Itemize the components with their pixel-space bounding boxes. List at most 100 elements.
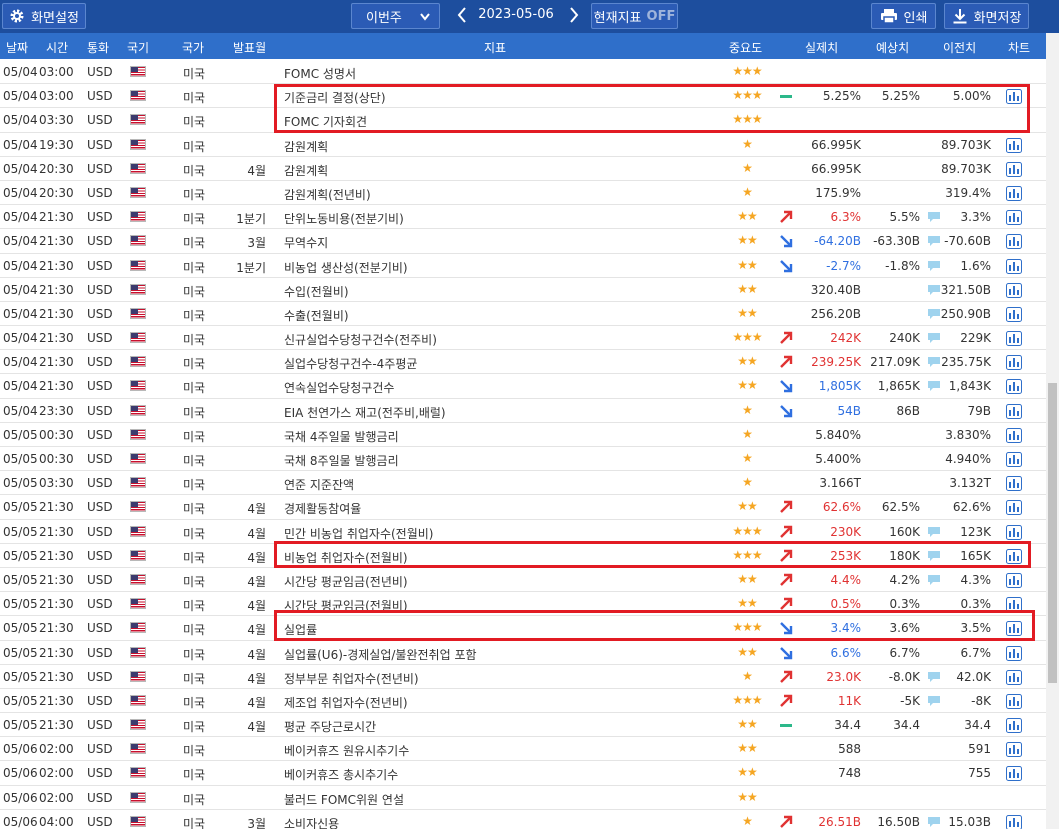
row-indicator-name[interactable]: 베이커휴즈 원유시추기수 xyxy=(284,742,409,759)
table-row[interactable]: 05/05 21:30 USD 미국 4월 경제활동참여율 ★★ 62.6% 62.5% 62.6… xyxy=(0,495,1046,520)
row-indicator-name[interactable]: 실업수당청구건수-4주평균 xyxy=(284,355,417,372)
table-row[interactable]: 05/04 03:00 USD 미국 FOMC 성명서 ★★★ xyxy=(0,60,1046,85)
table-row[interactable]: 05/04 23:30 USD 미국 EIA 천연가스 재고(전주비,배럴) ★ 54B 86… xyxy=(0,399,1046,423)
column-header-actual[interactable]: 실제치 xyxy=(805,39,838,56)
row-indicator-name[interactable]: 정부부문 취업자수(전년비) xyxy=(284,670,419,687)
column-header-release-month[interactable]: 발표월 xyxy=(233,39,266,56)
table-row[interactable]: 05/05 21:30 USD 미국 4월 시간당 평균임금(전월비) ★★ 0.5% 0.3%… xyxy=(0,592,1046,617)
row-indicator-name[interactable]: 평균 주당근로시간 xyxy=(284,718,376,735)
row-indicator-name[interactable]: 민간 비농업 취업자수(전월비) xyxy=(284,525,433,542)
table-row[interactable]: 05/04 21:30 USD 미국 신규실업수당청구건수(전주비) ★★★ 242K 240… xyxy=(0,326,1046,351)
bar-chart-icon[interactable] xyxy=(1006,89,1022,105)
table-row[interactable]: 05/05 21:30 USD 미국 4월 평균 주당근로시간 ★★ 34.4 34.4 34.4 xyxy=(0,713,1046,738)
row-indicator-name[interactable]: 연준 지준잔액 xyxy=(284,476,354,493)
bar-chart-icon[interactable] xyxy=(1006,306,1022,322)
bar-chart-icon[interactable] xyxy=(1006,693,1022,709)
row-indicator-name[interactable]: 소비자신용 xyxy=(284,815,339,829)
bar-chart-icon[interactable] xyxy=(1006,210,1022,226)
bar-chart-icon[interactable] xyxy=(1006,718,1022,734)
row-indicator-name[interactable]: 비농업 취업자수(전월비) xyxy=(284,549,408,566)
bar-chart-icon[interactable] xyxy=(1006,476,1022,492)
column-header-currency[interactable]: 통화 xyxy=(87,39,109,56)
table-row[interactable]: 05/06 02:00 USD 미국 베이커휴즈 총시추기수 ★★ 748 755 xyxy=(0,761,1046,786)
week-select[interactable]: 이번주 xyxy=(351,3,440,29)
table-row[interactable]: 05/05 21:30 USD 미국 4월 비농업 취업자수(전월비) ★★★ 253K 180… xyxy=(0,544,1046,568)
table-row[interactable]: 05/06 04:00 USD 미국 3월 소비자신용 ★ 26.51B 16.50B 15.03… xyxy=(0,810,1046,829)
row-indicator-name[interactable]: 무역수지 xyxy=(284,234,328,251)
bar-chart-icon[interactable] xyxy=(1006,500,1022,516)
table-row[interactable]: 05/05 21:30 USD 미국 4월 정부부문 취업자수(전년비) ★ 23.0K -8.… xyxy=(0,665,1046,689)
bar-chart-icon[interactable] xyxy=(1006,137,1022,153)
row-indicator-name[interactable]: FOMC 기자회견 xyxy=(284,113,367,130)
table-row[interactable]: 05/05 21:30 USD 미국 4월 시간당 평균임금(전년비) ★★ 4.4% 4.2%… xyxy=(0,568,1046,593)
table-row[interactable]: 05/05 21:30 USD 미국 4월 실업률(U6)-경제실업/불완전취업 포함 ★★… xyxy=(0,641,1046,665)
row-indicator-name[interactable]: 경제활동참여율 xyxy=(284,500,361,517)
previous-date-button[interactable] xyxy=(455,6,469,26)
column-header-forecast[interactable]: 예상치 xyxy=(876,39,909,56)
table-row[interactable]: 05/04 03:00 USD 미국 기준금리 결정(상단) ★★★ 5.25% 5.25% 5… xyxy=(0,84,1046,109)
row-indicator-name[interactable]: 감원계획(전년비) xyxy=(284,186,371,203)
table-row[interactable]: 05/05 00:30 USD 미국 국채 8주일물 발행금리 ★ 5.400% 4.940% xyxy=(0,447,1046,472)
column-header-date[interactable]: 날짜 xyxy=(6,39,28,56)
table-row[interactable]: 05/04 21:30 USD 미국 3월 무역수지 ★★ -64.20B -63.30B -70… xyxy=(0,229,1046,254)
bar-chart-icon[interactable] xyxy=(1006,161,1022,177)
column-header-indicator[interactable]: 지표 xyxy=(484,39,506,56)
row-indicator-name[interactable]: 기준금리 결정(상단) xyxy=(284,89,386,106)
bar-chart-icon[interactable] xyxy=(1006,548,1022,564)
row-indicator-name[interactable]: 신규실업수당청구건수(전주비) xyxy=(284,331,437,348)
table-row[interactable]: 05/04 21:30 USD 미국 수출(전월비) ★★ 256.20B 250.90B xyxy=(0,302,1046,327)
table-row[interactable]: 05/04 20:30 USD 미국 감원계획(전년비) ★ 175.9% 319.4% xyxy=(0,181,1046,206)
table-row[interactable]: 05/05 21:30 USD 미국 4월 실업률 ★★★ 3.4% 3.6% 3.5% xyxy=(0,616,1046,641)
table-row[interactable]: 05/04 21:30 USD 미국 연속실업수당청구건수 ★★ 1,805K 1,865K 1… xyxy=(0,374,1046,399)
vertical-scrollbar[interactable] xyxy=(1046,33,1059,829)
row-indicator-name[interactable]: 연속실업수당청구건수 xyxy=(284,379,394,396)
column-header-previous[interactable]: 이전치 xyxy=(943,39,976,56)
table-row[interactable]: 05/04 21:30 USD 미국 1분기 단위노동비용(전분기비) ★★ 6.3% 5.5%… xyxy=(0,205,1046,230)
row-indicator-name[interactable]: EIA 천연가스 재고(전주비,배럴) xyxy=(284,404,446,421)
scrollbar-thumb[interactable] xyxy=(1048,383,1057,683)
row-indicator-name[interactable]: 감원계획 xyxy=(284,138,328,155)
row-indicator-name[interactable]: 국채 4주일물 발행금리 xyxy=(284,428,399,445)
row-indicator-name[interactable]: 실업률 xyxy=(284,621,317,638)
row-indicator-name[interactable]: 불러드 FOMC위원 연설 xyxy=(284,791,404,808)
column-header-time[interactable]: 시간 xyxy=(46,39,68,56)
table-row[interactable]: 05/06 02:00 USD 미국 베이커휴즈 원유시추기수 ★★ 588 591 xyxy=(0,737,1046,762)
bar-chart-icon[interactable] xyxy=(1006,645,1022,661)
bar-chart-icon[interactable] xyxy=(1006,331,1022,347)
bar-chart-icon[interactable] xyxy=(1006,355,1022,371)
bar-chart-icon[interactable] xyxy=(1006,597,1022,613)
table-row[interactable]: 05/04 20:30 USD 미국 4월 감원계획 ★ 66.995K 89.703K xyxy=(0,157,1046,181)
table-row[interactable]: 05/05 03:30 USD 미국 연준 지준잔액 ★ 3.166T 3.132T xyxy=(0,471,1046,496)
bar-chart-icon[interactable] xyxy=(1006,379,1022,395)
screen-settings-button[interactable]: 화면설정 xyxy=(2,3,86,29)
row-indicator-name[interactable]: 실업률(U6)-경제실업/불완전취업 포함 xyxy=(284,646,477,663)
bar-chart-icon[interactable] xyxy=(1006,742,1022,758)
print-button[interactable]: 인쇄 xyxy=(871,3,936,29)
bar-chart-icon[interactable] xyxy=(1006,403,1022,419)
next-date-button[interactable] xyxy=(567,6,581,26)
table-row[interactable]: 05/05 00:30 USD 미국 국채 4주일물 발행금리 ★ 5.840% 3.830% xyxy=(0,423,1046,447)
bar-chart-icon[interactable] xyxy=(1006,427,1022,443)
bar-chart-icon[interactable] xyxy=(1006,524,1022,540)
table-row[interactable]: 05/04 21:30 USD 미국 수입(전월비) ★★ 320.40B 321.50B xyxy=(0,278,1046,302)
bar-chart-icon[interactable] xyxy=(1006,814,1022,829)
table-row[interactable]: 05/04 21:30 USD 미국 실업수당청구건수-4주평균 ★★ 239.25K 217… xyxy=(0,350,1046,375)
bar-chart-icon[interactable] xyxy=(1006,452,1022,467)
table-row[interactable]: 05/04 03:30 USD 미국 FOMC 기자회견 ★★★ xyxy=(0,108,1046,133)
row-indicator-name[interactable]: FOMC 성명서 xyxy=(284,65,356,82)
row-indicator-name[interactable]: 베이커휴즈 총시추기수 xyxy=(284,766,398,783)
row-indicator-name[interactable]: 국채 8주일물 발행금리 xyxy=(284,452,399,469)
row-indicator-name[interactable]: 시간당 평균임금(전월비) xyxy=(284,597,408,614)
bar-chart-icon[interactable] xyxy=(1006,766,1022,782)
save-screen-button[interactable]: 화면저장 xyxy=(944,3,1029,29)
row-indicator-name[interactable]: 감원계획 xyxy=(284,162,328,179)
bar-chart-icon[interactable] xyxy=(1006,282,1022,298)
table-row[interactable]: 05/06 02:00 USD 미국 불러드 FOMC위원 연설 ★★ xyxy=(0,786,1046,810)
table-row[interactable]: 05/05 21:30 USD 미국 4월 제조업 취업자수(전년비) ★★★ 11K -5K -… xyxy=(0,689,1046,714)
bar-chart-icon[interactable] xyxy=(1006,621,1022,637)
bar-chart-icon[interactable] xyxy=(1006,185,1022,201)
bar-chart-icon[interactable] xyxy=(1006,669,1022,685)
row-indicator-name[interactable]: 수입(전월비) xyxy=(284,283,349,300)
bar-chart-icon[interactable] xyxy=(1006,234,1022,250)
table-row[interactable]: 05/05 21:30 USD 미국 4월 민간 비농업 취업자수(전월비) ★★★ 230K… xyxy=(0,520,1046,544)
